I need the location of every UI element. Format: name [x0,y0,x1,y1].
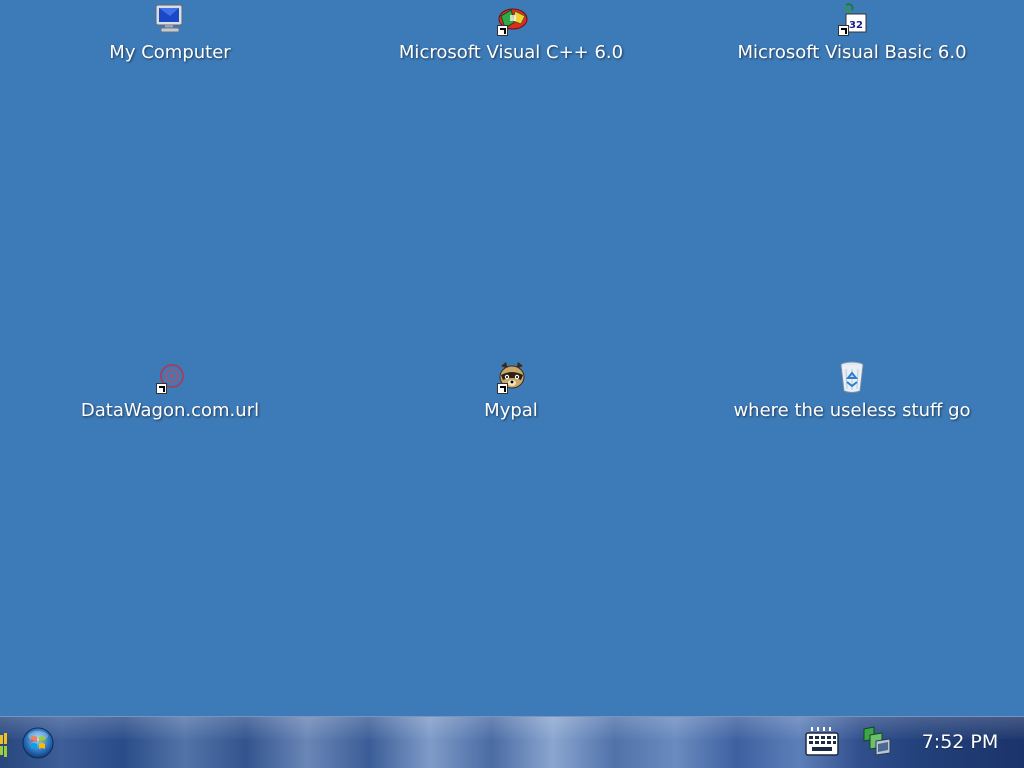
desktop-icon-label: Mypal [484,400,538,421]
visual-cpp-icon [493,2,529,38]
desktop-icon-datawagon[interactable]: DataWagon.com.url [40,360,300,422]
shortcut-arrow-icon [497,383,508,394]
desktop-icon-label: My Computer [109,42,231,63]
shortcut-arrow-icon [838,25,849,36]
clock[interactable]: 7:52 PM [912,730,1008,754]
network-icon[interactable] [860,725,896,759]
keyboard-icon[interactable] [804,725,840,759]
start-orb-icon[interactable] [22,727,54,759]
shortcut-arrow-icon [156,383,167,394]
desktop-icon-visual-cpp[interactable]: Microsoft Visual C++ 6.0 [381,2,641,64]
recycle-bin-icon [834,360,870,396]
taskbar: 7:52 PM [0,716,1024,768]
desktop-icon-label: DataWagon.com.url [80,400,260,421]
desktop-icon-recycle-bin[interactable]: where the useless stuff go [722,360,982,422]
my-computer-icon [152,2,188,38]
desktop-icon-label: where the useless stuff go [733,400,971,421]
desktop[interactable]: My Computer Microsoft Visual C++ 6.0 32 … [0,0,1024,716]
svg-text:32: 32 [849,20,863,31]
desktop-icon-label: Microsoft Visual C++ 6.0 [398,42,624,63]
visual-basic-icon: 32 [834,2,870,38]
raccoon-browser-icon [493,360,529,396]
internet-shortcut-icon [152,360,188,396]
shortcut-arrow-icon [497,25,508,36]
desktop-icon-label: Microsoft Visual Basic 6.0 [737,42,967,63]
start-button-edge[interactable] [0,731,8,759]
desktop-icon-visual-basic[interactable]: 32 Microsoft Visual Basic 6.0 [722,2,982,64]
desktop-icon-my-computer[interactable]: My Computer [40,2,300,64]
desktop-icon-mypal[interactable]: Mypal [381,360,641,422]
